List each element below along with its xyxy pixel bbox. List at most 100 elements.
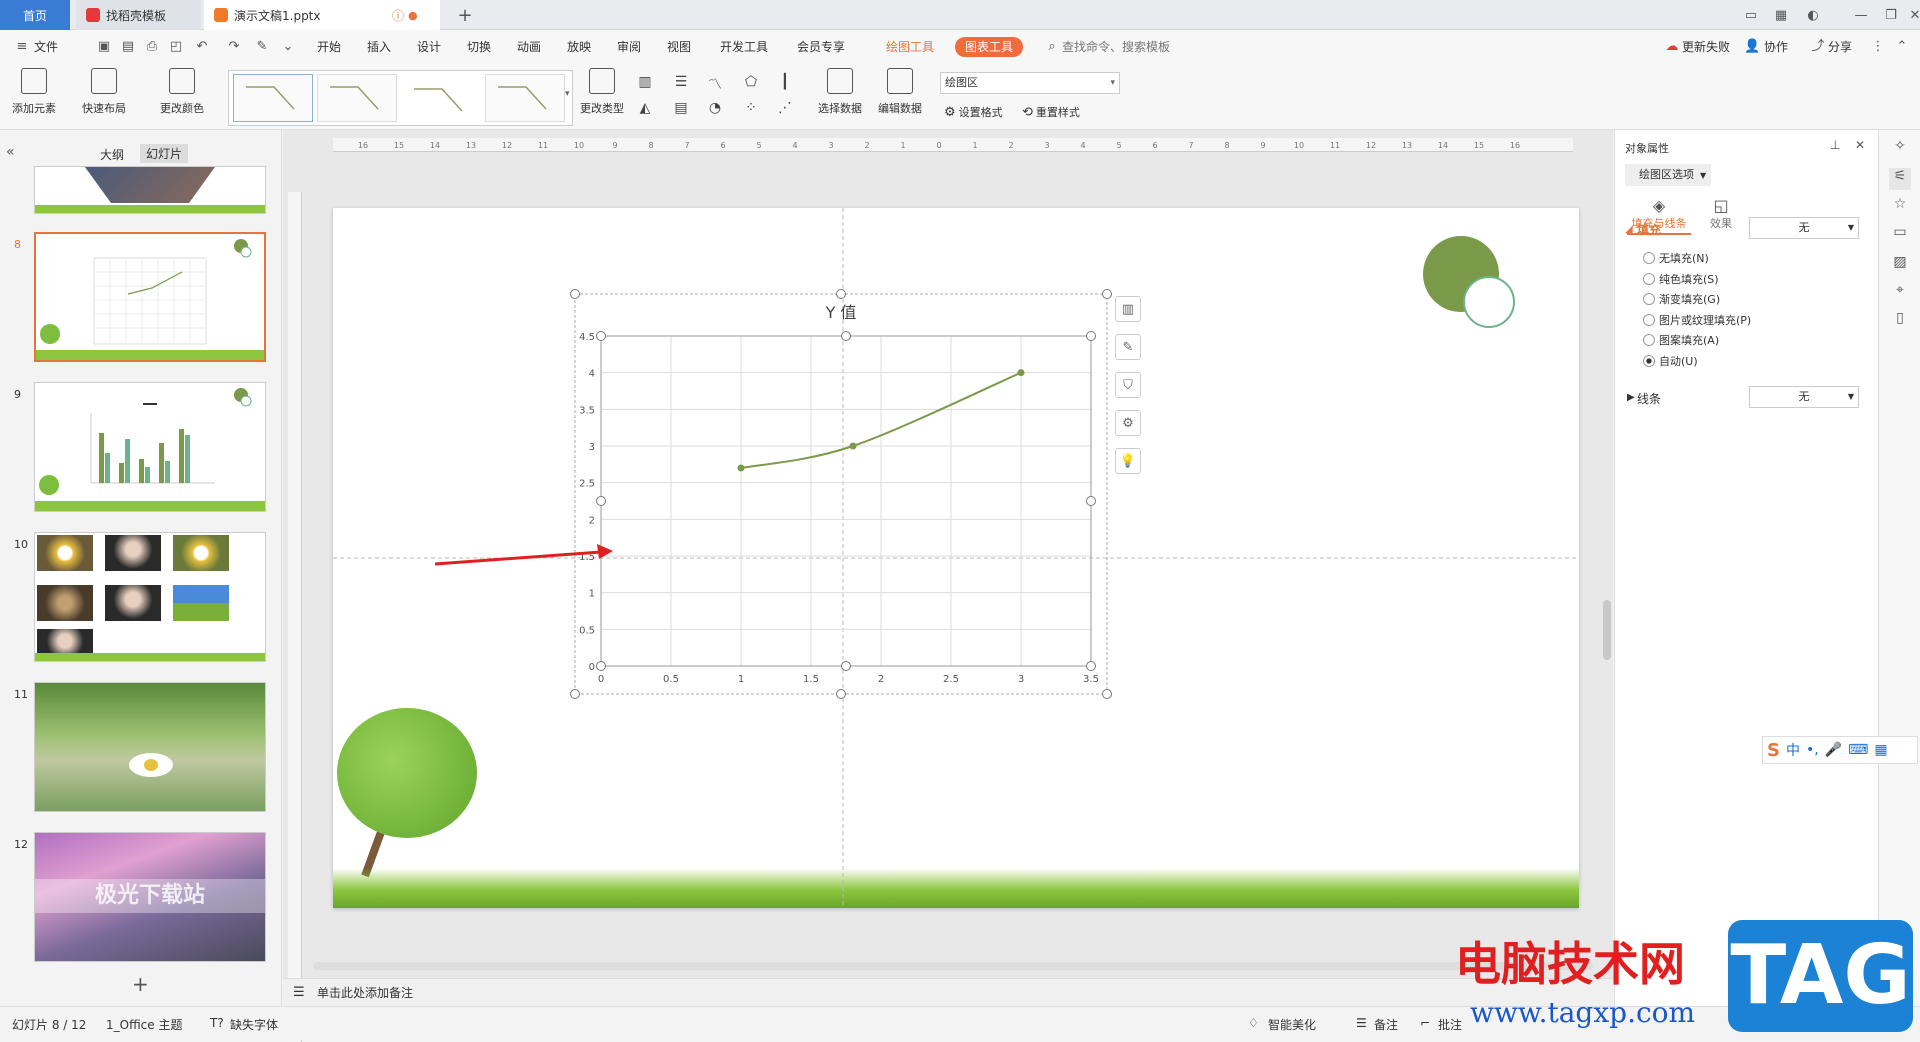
ime-language[interactable]: 中 [1786, 740, 1800, 760]
fill-section-label[interactable]: 填充 [1637, 221, 1661, 238]
menu-design[interactable]: 设计 [417, 38, 441, 56]
menu-start[interactable]: 开始 [317, 38, 341, 56]
rail-location-icon[interactable]: ⌖ [1889, 282, 1911, 304]
horizontal-scrollbar[interactable] [313, 962, 1593, 970]
line-chart-icon[interactable]: 〽 [704, 74, 726, 93]
keyboard-icon[interactable]: ⌨ [1848, 742, 1868, 758]
undo-icon[interactable]: ↶ [194, 39, 210, 55]
plot-handle-r[interactable] [1086, 496, 1096, 506]
export-pdf-icon[interactable]: ▤ [120, 39, 136, 55]
fill-option[interactable]: 图案填充(A) [1643, 332, 1719, 348]
resize-handle-t[interactable] [836, 289, 846, 299]
panel-subheader-select[interactable]: 绘图区选项 ▼ [1625, 164, 1711, 186]
menu-drawing-tools[interactable]: 绘图工具 [886, 38, 934, 56]
change-color-button[interactable]: 更改颜色 [160, 68, 204, 116]
save-icon[interactable]: ▣ [96, 39, 112, 55]
menu-transition[interactable]: 切换 [467, 38, 491, 56]
pin-icon[interactable]: ⊥ [1830, 138, 1840, 152]
more-chevron-icon[interactable]: ⌄ [280, 39, 296, 55]
avatar-icon[interactable]: ◐ [1798, 0, 1828, 30]
fill-option[interactable]: 自动(U) [1643, 353, 1698, 369]
chart-title[interactable]: Y 值 [825, 303, 857, 322]
fill-dropdown[interactable]: 无 ▼ [1749, 217, 1859, 239]
menu-chart-tools[interactable]: 图表工具 [955, 37, 1024, 57]
command-search[interactable]: 查找命令、搜索模板 [1062, 38, 1170, 56]
reset-style-button[interactable]: ⟲ 重置样式 [1022, 104, 1080, 120]
quick-layout-button[interactable]: 快速布局 [82, 68, 126, 116]
resize-handle-br[interactable] [1102, 689, 1112, 699]
line-dropdown[interactable]: 无 ▼ [1749, 386, 1859, 408]
pie-chart-icon[interactable]: ◔ [704, 100, 726, 118]
warning-icon[interactable]: ⓘ [392, 7, 404, 24]
menu-insert[interactable]: 插入 [367, 38, 391, 56]
slide-8[interactable]: Y 值 0 0.5 1 1.5 2 2.5 3 3.5 4 4.5 0 0.5 1 1.5 2 2.5 3 3.… [333, 208, 1579, 908]
close-window-icon[interactable]: ✕ [1900, 0, 1920, 30]
scatter-chart-icon[interactable]: ⁘ [740, 100, 762, 118]
add-element-button[interactable]: 添加元素 [12, 68, 56, 116]
slide-thumbnail-9[interactable] [34, 382, 266, 512]
print-preview-icon[interactable]: ◰ [168, 39, 184, 55]
rail-shapes-icon[interactable]: ▭ [1889, 224, 1911, 246]
vertical-scrollbar[interactable] [1603, 600, 1611, 660]
share-button[interactable]: 分享 [1828, 38, 1852, 56]
rail-magic-icon[interactable]: ✧ [1889, 138, 1911, 160]
plot-handle-l[interactable] [596, 496, 606, 506]
expand-fill-icon[interactable]: ◢ [1625, 224, 1633, 235]
resize-handle-tl[interactable] [570, 289, 580, 299]
plot-handle-br[interactable] [1086, 661, 1096, 671]
slide-thumbnail-10[interactable] [34, 532, 266, 662]
fill-option[interactable]: 纯色填充(S) [1643, 271, 1719, 287]
set-format-button[interactable]: ⚙ 设置格式 [944, 104, 1003, 120]
chart-elements-tool[interactable]: ▥ [1115, 296, 1141, 322]
chart-tips-tool[interactable]: 💡 [1115, 448, 1141, 474]
microphone-icon[interactable]: 🎤 [1825, 742, 1842, 758]
menu-view[interactable]: 视图 [667, 38, 691, 56]
plot-area[interactable] [600, 335, 1092, 667]
other-chart-icon[interactable]: ⋰ [774, 100, 796, 118]
data-point[interactable] [1017, 369, 1025, 377]
slides-tab[interactable]: 幻灯片 [140, 144, 189, 163]
add-slide-icon[interactable]: + [132, 972, 149, 996]
layout-icon[interactable]: ▭ [1736, 0, 1766, 30]
menu-member[interactable]: 会员专享 [797, 38, 845, 56]
chart-element-select[interactable]: 绘图区 ▾ [940, 72, 1120, 94]
print-icon[interactable]: ⎙ [144, 39, 160, 55]
punctuation-icon[interactable]: •, [1806, 742, 1819, 758]
data-point[interactable] [737, 464, 745, 472]
resize-handle-bl[interactable] [570, 689, 580, 699]
area-chart-icon[interactable]: ◭ [634, 100, 656, 118]
stock-chart-icon[interactable]: ┃ [774, 74, 796, 92]
slide-thumbnail-11[interactable] [34, 682, 266, 812]
ime-toolbar[interactable]: S 中 •, 🎤 ⌨ ▦ [1762, 736, 1918, 764]
panel-header[interactable]: 对象属性 [1625, 140, 1669, 156]
chart-filter-tool[interactable]: ⛉ [1115, 372, 1141, 398]
chart-style-3[interactable] [401, 74, 481, 122]
rail-image-icon[interactable]: ▨ [1889, 254, 1911, 276]
column-chart-icon[interactable]: ▥ [634, 74, 656, 92]
slide-thumbnail-8[interactable] [34, 232, 266, 362]
edit-data-button[interactable]: 编辑数据 [878, 68, 922, 116]
menu-file[interactable]: 文件 [34, 38, 58, 56]
resize-handle-tr[interactable] [1102, 289, 1112, 299]
hamburger-icon[interactable]: ≡ [14, 39, 30, 55]
menu-developer[interactable]: 开发工具 [720, 38, 768, 56]
collaborate-button[interactable]: 协作 [1764, 38, 1788, 56]
fill-option[interactable]: 渐变填充(G) [1643, 291, 1720, 307]
expand-line-icon[interactable]: ▶ [1627, 392, 1635, 403]
plot-handle-tr[interactable] [1086, 331, 1096, 341]
resize-handle-b[interactable] [836, 689, 846, 699]
chart-settings-tool[interactable]: ⚙ [1115, 410, 1141, 436]
tab-template[interactable]: 找稻壳模板 [76, 0, 201, 30]
line-section-label[interactable]: 线条 [1637, 390, 1661, 407]
radar-chart-icon[interactable]: ⬠ [740, 74, 762, 92]
tab-effect[interactable]: ◱ 效果 [1701, 196, 1741, 231]
tab-home[interactable]: 首页 [0, 0, 70, 30]
new-tab-icon[interactable]: + [450, 0, 480, 30]
update-failed-button[interactable]: 更新失败 [1682, 38, 1730, 56]
collapse-panel-icon[interactable]: « [6, 144, 15, 160]
plot-handle-t[interactable] [841, 331, 851, 341]
change-type-button[interactable]: 更改类型 [580, 68, 624, 116]
menu-review[interactable]: 审阅 [617, 38, 641, 56]
select-data-button[interactable]: 选择数据 [818, 68, 862, 116]
chart-style-1[interactable] [233, 74, 313, 122]
